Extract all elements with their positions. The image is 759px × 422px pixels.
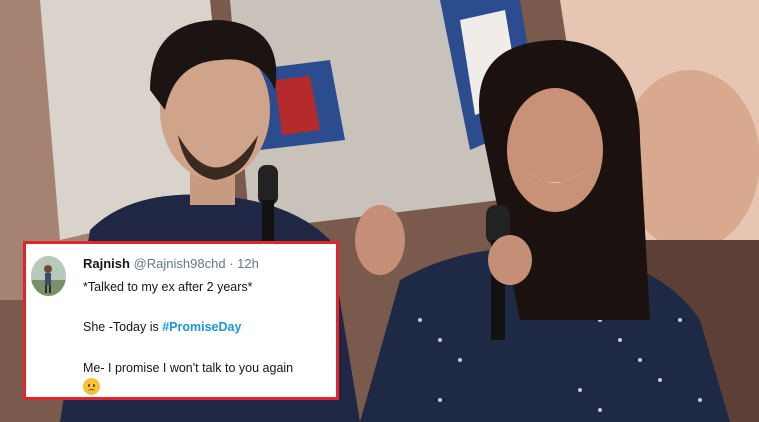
author-handle[interactable]: @Rajnish98chd <box>134 256 226 271</box>
tweet-card: Rajnish @Rajnish98chd · 12h *Talked to m… <box>23 241 339 400</box>
hashtag-link[interactable]: #PromiseDay <box>162 320 241 334</box>
tweet-text-line-3: Me- I promise I won't talk to you again <box>83 361 294 375</box>
author-name[interactable]: Rajnish <box>83 256 130 271</box>
frowning-face-icon <box>83 378 100 395</box>
tweet-header: Rajnish @Rajnish98chd · 12h <box>83 256 259 271</box>
tweet-time[interactable]: 12h <box>237 256 259 271</box>
tweet-text-line-2: She -Today is #PromiseDay <box>83 320 241 334</box>
tweet-text-line-1: *Talked to my ex after 2 years* <box>83 280 253 294</box>
separator: · <box>229 256 234 271</box>
avatar[interactable] <box>31 256 66 296</box>
tweet-text-prefix: She -Today is <box>83 320 163 334</box>
